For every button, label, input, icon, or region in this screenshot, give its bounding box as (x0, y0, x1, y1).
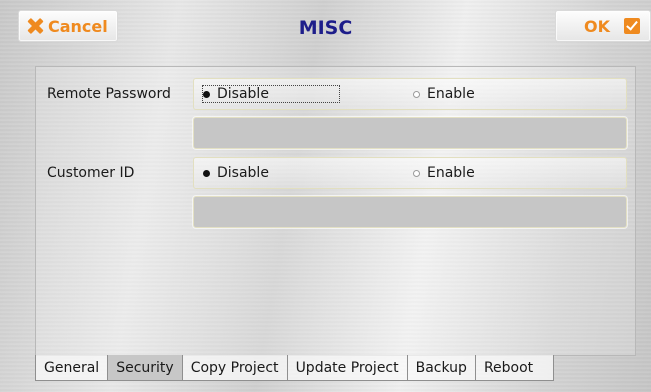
tab-general[interactable]: General (35, 355, 109, 381)
tab-bar: General Security Copy Project Update Pro… (35, 355, 555, 381)
radio-selected-icon (203, 169, 210, 177)
remote-password-enable-radio[interactable]: Enable (413, 79, 475, 109)
customer-id-enable-radio[interactable]: Enable (413, 158, 475, 188)
enable-option-label: Enable (427, 165, 475, 181)
ok-label: OK (584, 16, 610, 36)
remote-password-input[interactable] (193, 117, 627, 149)
customer-id-input[interactable] (193, 196, 627, 228)
remote-password-radio-group: Disable Enable (193, 78, 627, 110)
tab-reboot[interactable]: Reboot (474, 355, 555, 381)
tab-update-project[interactable]: Update Project (286, 355, 408, 381)
radio-unselected-icon (413, 169, 420, 177)
remote-password-label: Remote Password (47, 86, 171, 102)
page-title: MISC (298, 17, 353, 39)
radio-unselected-icon (413, 90, 420, 98)
enable-option-label: Enable (427, 86, 475, 102)
customer-id-label: Customer ID (47, 165, 135, 181)
tab-backup[interactable]: Backup (406, 355, 476, 381)
radio-selected-icon (203, 90, 210, 98)
remote-password-disable-radio[interactable]: Disable (202, 85, 340, 103)
disable-option-label: Disable (217, 165, 269, 181)
checkmark-icon (624, 18, 640, 34)
tab-security[interactable]: Security (107, 355, 183, 381)
customer-id-radio-group: Disable Enable (193, 157, 627, 189)
customer-id-disable-radio[interactable]: Disable (203, 158, 269, 188)
ok-button[interactable]: OK (555, 10, 651, 42)
focus-outline: Disable (202, 85, 340, 103)
disable-option-label: Disable (217, 86, 269, 102)
tab-copy-project[interactable]: Copy Project (181, 355, 288, 381)
